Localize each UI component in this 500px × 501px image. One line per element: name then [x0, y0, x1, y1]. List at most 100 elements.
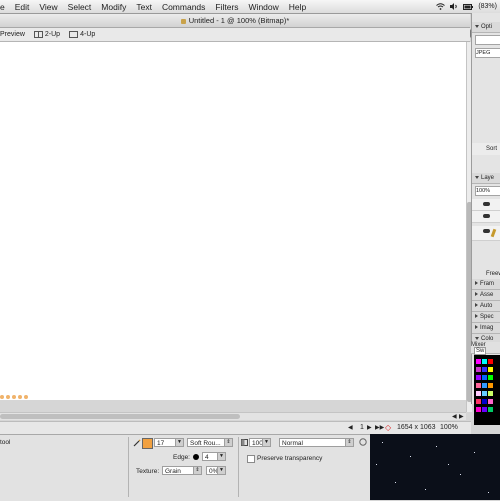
swatch[interactable]: [482, 391, 487, 396]
scroll-left-icon[interactable]: ◀: [452, 413, 457, 420]
swatch[interactable]: [488, 399, 493, 404]
swatch[interactable]: [482, 367, 487, 372]
document-canvas[interactable]: [0, 42, 466, 400]
preserve-transparency-label: Preserve transparency: [257, 455, 323, 462]
chevron-updown-icon[interactable]: ⇕: [345, 439, 353, 446]
image-panel-header[interactable]: Imag: [472, 323, 500, 334]
brush-dot: [18, 395, 22, 399]
battery-icon: [463, 3, 474, 10]
layer-opacity-value: 100%: [476, 188, 491, 194]
stop-icon[interactable]: ◇: [385, 423, 391, 432]
stroke-color-swatch[interactable]: [142, 438, 153, 449]
collapse-triangle-icon: [475, 281, 478, 286]
swatch[interactable]: [488, 375, 493, 380]
layer-row[interactable]: [472, 226, 500, 241]
preserve-transparency-checkbox[interactable]: [247, 455, 255, 463]
layer-row[interactable]: [472, 199, 500, 211]
swatches-tab[interactable]: Sw: [474, 347, 487, 355]
tab-4-up[interactable]: 4-Up: [69, 31, 95, 38]
edge-field[interactable]: 4 ▼: [202, 452, 226, 461]
menu-item-window[interactable]: Window: [249, 2, 279, 12]
menu-item-filters[interactable]: Filters: [215, 2, 238, 12]
swatch[interactable]: [476, 407, 481, 412]
texture-select[interactable]: Grain ⇕: [162, 466, 202, 475]
swatch[interactable]: [476, 399, 481, 404]
assets-panel-header[interactable]: Asse: [472, 290, 500, 301]
frames-panel-header[interactable]: Fram: [472, 279, 500, 290]
prev-frame-icon[interactable]: ◀: [348, 424, 353, 431]
layer-row[interactable]: [472, 211, 500, 223]
texture-amount-field[interactable]: 0% ▼: [206, 466, 226, 475]
next-frame-icon[interactable]: ▶: [367, 424, 372, 431]
menu-item-text[interactable]: Text: [136, 2, 152, 12]
swatch[interactable]: [482, 375, 487, 380]
menu-item-select[interactable]: Select: [68, 2, 92, 12]
chevron-down-icon[interactable]: ▼: [262, 439, 270, 446]
brush-size-field[interactable]: 17 ▼: [154, 438, 184, 447]
swatch[interactable]: [488, 391, 493, 396]
scroll-right-icon[interactable]: ▶: [459, 413, 464, 420]
format-select[interactable]: JPEG: [475, 48, 500, 58]
special-panel-header[interactable]: Spec: [472, 312, 500, 323]
swatch[interactable]: [488, 407, 493, 412]
swatch[interactable]: [476, 391, 481, 396]
menu-item-help[interactable]: Help: [289, 2, 306, 12]
sort-control[interactable]: Sort: [472, 143, 500, 155]
wifi-icon[interactable]: [436, 3, 446, 10]
zoom-level[interactable]: 100%: [440, 424, 458, 431]
last-frame-icon[interactable]: ▶▶: [375, 424, 384, 431]
menu-item-edit[interactable]: Edit: [15, 2, 30, 12]
auto-shape-panel-header[interactable]: Auto: [472, 301, 500, 312]
layers-title: Laye: [481, 175, 495, 181]
swatch[interactable]: [482, 383, 487, 388]
help-icon[interactable]: [359, 438, 367, 446]
chevron-down-icon[interactable]: ▼: [217, 467, 225, 474]
star: [488, 492, 489, 493]
swatch[interactable]: [488, 367, 493, 372]
texture-value: Grain: [165, 468, 181, 475]
swatch[interactable]: [476, 375, 481, 380]
auto-shape-title: Auto: [480, 303, 493, 309]
volume-icon[interactable]: [450, 3, 458, 10]
chevron-down-icon[interactable]: ▼: [175, 439, 183, 446]
swatch[interactable]: [476, 367, 481, 372]
tab-preview[interactable]: Preview: [0, 31, 25, 38]
optimize-settings-field[interactable]: [475, 35, 500, 45]
tab-2-up[interactable]: 2-Up: [33, 31, 60, 38]
menu-item-view[interactable]: View: [39, 2, 57, 12]
chevron-updown-icon[interactable]: ⇕: [224, 439, 232, 446]
eye-icon[interactable]: [483, 214, 490, 218]
edge-preview-icon: [193, 454, 199, 460]
brush-dot: [6, 395, 10, 399]
swatch[interactable]: [476, 383, 481, 388]
document-title: Untitled - 1 @ 100% (Bitmap)*: [188, 16, 290, 25]
menu-item-app[interactable]: e: [0, 2, 5, 12]
menu-item-commands[interactable]: Commands: [162, 2, 205, 12]
brush-dot: [24, 395, 28, 399]
divider: [238, 437, 239, 497]
swatch[interactable]: [476, 359, 481, 364]
chevron-down-icon[interactable]: ▼: [217, 453, 225, 460]
optimize-panel-header[interactable]: Opti: [472, 22, 500, 33]
eye-icon[interactable]: [483, 229, 490, 233]
layers-panel-header[interactable]: Laye: [472, 173, 500, 184]
assets-title: Asse: [480, 292, 494, 298]
swatch[interactable]: [488, 383, 493, 388]
blend-mode-select[interactable]: Normal ⇕: [279, 438, 354, 447]
layer-opacity-field[interactable]: 100%: [475, 186, 500, 196]
brush-type-value: Soft Rou...: [190, 440, 221, 447]
chevron-updown-icon[interactable]: ⇕: [193, 467, 201, 474]
swatch[interactable]: [488, 359, 493, 364]
eye-icon[interactable]: [483, 202, 490, 206]
swatch[interactable]: [482, 359, 487, 364]
status-bar: ◀ 1 ▶ ▶▶ ◇ 1654 x 1063 100%: [0, 421, 471, 435]
document-title-bar: Untitled - 1 @ 100% (Bitmap)*: [0, 14, 470, 28]
brush-type-select[interactable]: Soft Rou... ⇕: [187, 438, 233, 447]
swatch[interactable]: [482, 407, 487, 412]
opacity-field[interactable]: 100 ▼: [249, 438, 271, 447]
horizontal-scroll-thumb[interactable]: [0, 414, 240, 419]
swatch[interactable]: [482, 399, 487, 404]
swatches-grid[interactable]: [474, 355, 500, 425]
menu-item-modify[interactable]: Modify: [101, 2, 126, 12]
horizontal-scrollbar[interactable]: ◀ ▶: [0, 412, 466, 420]
